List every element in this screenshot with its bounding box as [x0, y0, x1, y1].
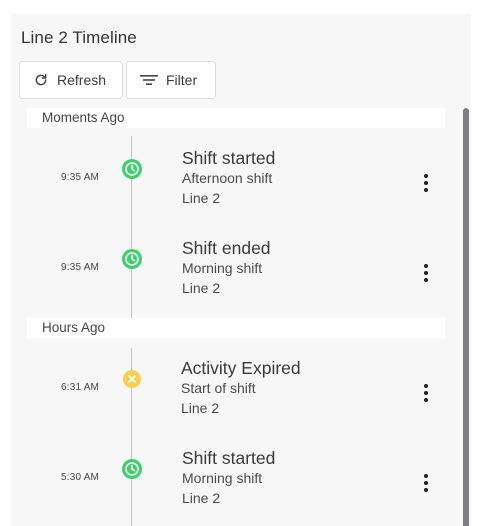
event-subtitle: Start of shift — [181, 380, 256, 396]
more-options-button[interactable] — [416, 470, 436, 496]
group-header-moments-ago: Moments Ago — [27, 108, 445, 128]
group-header-hours-ago: Hours Ago — [27, 318, 445, 338]
timeline-event: 9:35 AM Shift ended Morning shift Line 2 — [11, 227, 461, 317]
filter-button-label: Filter — [166, 72, 198, 88]
refresh-icon — [35, 73, 47, 86]
timeline-event: 9:35 AM Shift started Afternoon shift Li… — [11, 137, 461, 227]
filter-icon — [140, 75, 158, 85]
timeline-event: 6:31 AM Activity Expired Start of shift … — [11, 347, 461, 437]
refresh-button[interactable]: Refresh — [19, 61, 123, 99]
clock-check-icon — [122, 459, 142, 479]
event-subtitle: Morning shift — [182, 470, 263, 486]
clock-check-icon — [122, 249, 142, 269]
scrollbar-thumb[interactable] — [463, 108, 469, 526]
filter-button[interactable]: Filter — [126, 61, 216, 99]
event-title: Shift started — [182, 448, 276, 468]
event-line: Line 2 — [181, 400, 220, 416]
event-title: Shift started — [182, 148, 276, 168]
timeline-event: 5:30 AM Shift started Morning shift Line… — [11, 437, 461, 526]
event-title: Activity Expired — [181, 358, 301, 378]
clock-check-icon — [122, 159, 142, 179]
event-subtitle: Morning shift — [182, 260, 263, 276]
event-line: Line 2 — [182, 190, 221, 206]
more-vert-icon — [424, 264, 428, 268]
event-line: Line 2 — [182, 490, 221, 506]
page-title: Line 2 Timeline — [21, 28, 137, 47]
event-time: 9:35 AM — [61, 172, 100, 183]
more-options-button[interactable] — [416, 260, 436, 286]
more-options-button[interactable] — [416, 170, 436, 196]
more-options-button[interactable] — [416, 380, 436, 406]
timeline-list[interactable]: Moments Ago 9:35 AM Shift started Aftern… — [11, 106, 471, 526]
close-circle-icon — [123, 370, 141, 388]
event-time: 9:35 AM — [61, 262, 100, 273]
vertical-scrollbar[interactable] — [463, 108, 469, 526]
more-vert-icon — [424, 384, 428, 388]
timeline-panel: Line 2 Timeline Refresh Filter Moments A… — [11, 14, 471, 526]
more-vert-icon — [424, 474, 428, 478]
event-time: 6:31 AM — [61, 382, 100, 393]
more-vert-icon — [424, 174, 428, 178]
event-line: Line 2 — [182, 280, 221, 296]
event-subtitle: Afternoon shift — [182, 170, 273, 186]
event-time: 5:30 AM — [61, 472, 100, 483]
event-title: Shift ended — [182, 238, 271, 258]
refresh-button-label: Refresh — [57, 72, 107, 88]
